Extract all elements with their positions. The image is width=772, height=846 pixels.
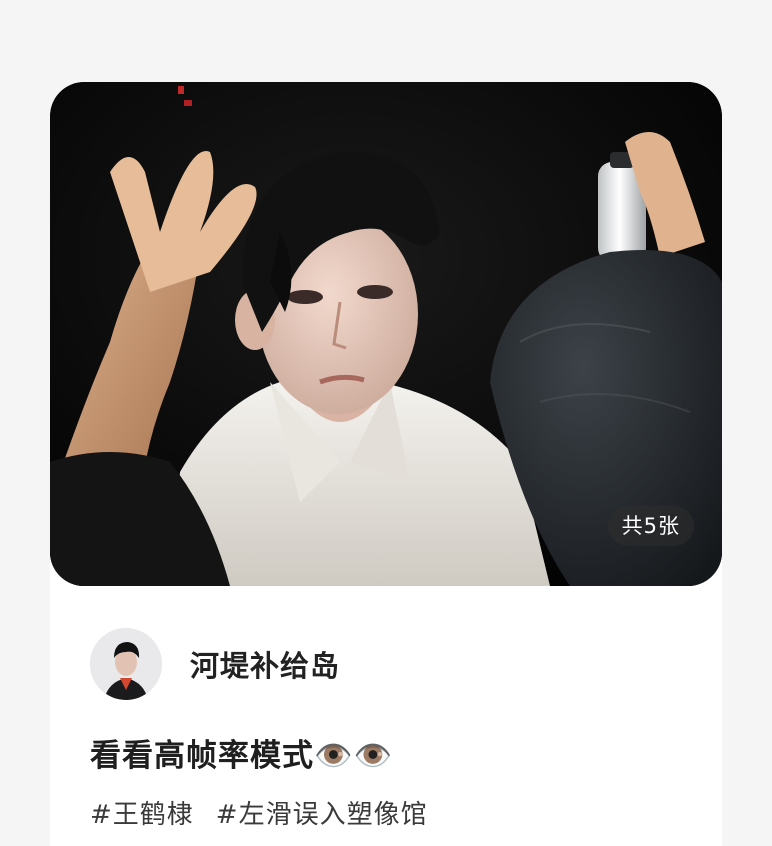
author-avatar[interactable]: [90, 628, 162, 700]
tag-item[interactable]: #左滑误入塑像馆: [216, 794, 428, 831]
avatar-image: [90, 628, 162, 700]
post-cover-image[interactable]: 共5张: [50, 82, 722, 586]
image-count-badge: 共5张: [607, 506, 694, 546]
post-card[interactable]: 共5张 河堤补给岛 看看高帧率模式👁️👁️ #王鹤棣 #左滑误入塑像馆: [50, 82, 722, 846]
tag-list: #王鹤棣 #左滑误入塑像馆: [90, 794, 428, 831]
author-name[interactable]: 河堤补给岛: [190, 643, 340, 685]
author-row[interactable]: 河堤补给岛: [90, 628, 340, 700]
post-title[interactable]: 看看高帧率模式👁️👁️: [90, 730, 393, 775]
tag-item[interactable]: #王鹤棣: [90, 794, 194, 831]
